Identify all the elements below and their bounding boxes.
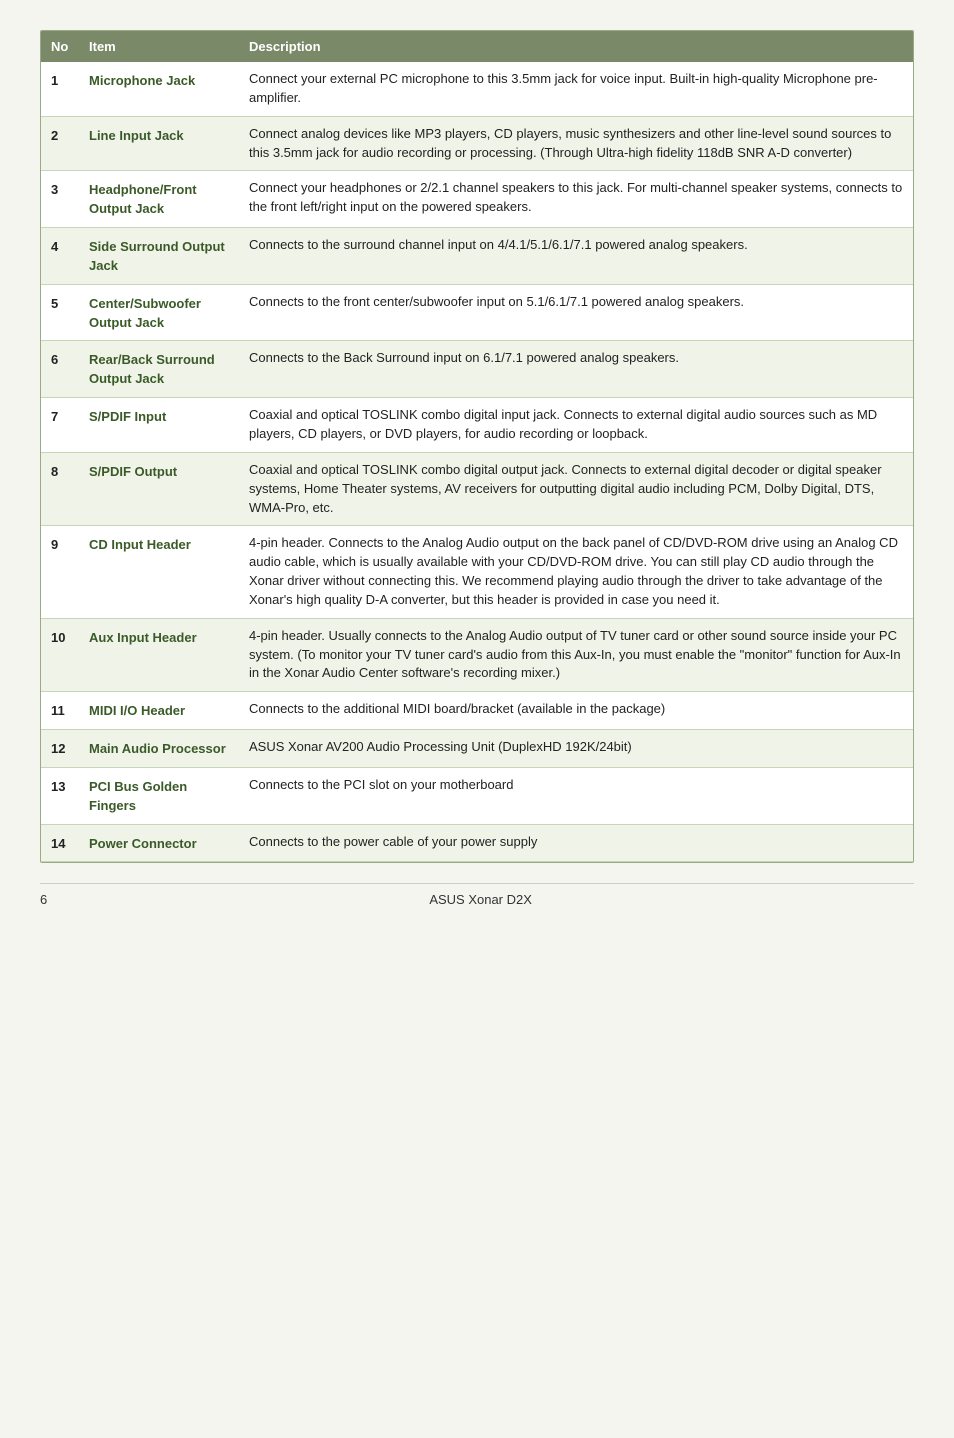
cell-description: Connects to the power cable of your powe… <box>239 824 913 862</box>
table-row: 3Headphone/Front Output JackConnect your… <box>41 171 913 228</box>
cell-description: Coaxial and optical TOSLINK combo digita… <box>239 398 913 453</box>
cell-no: 9 <box>41 526 79 618</box>
table-row: 4Side Surround Output JackConnects to th… <box>41 228 913 285</box>
cell-item: Microphone Jack <box>79 62 239 116</box>
table-row: 6Rear/Back Surround Output JackConnects … <box>41 341 913 398</box>
page-wrapper: No Item Description 1Microphone JackConn… <box>40 30 914 907</box>
cell-item: Center/Subwoofer Output Jack <box>79 284 239 341</box>
cell-description: Connects to the surround channel input o… <box>239 228 913 285</box>
cell-no: 11 <box>41 692 79 730</box>
table-header-row: No Item Description <box>41 31 913 62</box>
cell-item: CD Input Header <box>79 526 239 618</box>
cell-description: Connect your external PC microphone to t… <box>239 62 913 116</box>
table-row: 1Microphone JackConnect your external PC… <box>41 62 913 116</box>
cell-item: S/PDIF Input <box>79 398 239 453</box>
cell-item: Rear/Back Surround Output Jack <box>79 341 239 398</box>
cell-no: 5 <box>41 284 79 341</box>
table-row: 2Line Input JackConnect analog devices l… <box>41 116 913 171</box>
main-table-wrapper: No Item Description 1Microphone JackConn… <box>40 30 914 863</box>
cell-no: 4 <box>41 228 79 285</box>
table-row: 7S/PDIF InputCoaxial and optical TOSLINK… <box>41 398 913 453</box>
cell-no: 10 <box>41 618 79 692</box>
table-row: 13PCI Bus Golden FingersConnects to the … <box>41 767 913 824</box>
cell-no: 7 <box>41 398 79 453</box>
cell-description: Connects to the front center/subwoofer i… <box>239 284 913 341</box>
cell-description: 4-pin header. Connects to the Analog Aud… <box>239 526 913 618</box>
cell-no: 14 <box>41 824 79 862</box>
cell-no: 12 <box>41 730 79 768</box>
col-header-item: Item <box>79 31 239 62</box>
col-header-description: Description <box>239 31 913 62</box>
cell-no: 3 <box>41 171 79 228</box>
table-row: 10Aux Input Header4-pin header. Usually … <box>41 618 913 692</box>
cell-item: S/PDIF Output <box>79 452 239 526</box>
cell-item: Headphone/Front Output Jack <box>79 171 239 228</box>
cell-description: 4-pin header. Usually connects to the An… <box>239 618 913 692</box>
table-row: 8S/PDIF OutputCoaxial and optical TOSLIN… <box>41 452 913 526</box>
cell-no: 1 <box>41 62 79 116</box>
cell-description: Coaxial and optical TOSLINK combo digita… <box>239 452 913 526</box>
cell-item: PCI Bus Golden Fingers <box>79 767 239 824</box>
cell-description: Connect analog devices like MP3 players,… <box>239 116 913 171</box>
cell-no: 13 <box>41 767 79 824</box>
cell-description: Connects to the Back Surround input on 6… <box>239 341 913 398</box>
cell-item: Line Input Jack <box>79 116 239 171</box>
page-footer: 6 ASUS Xonar D2X <box>40 883 914 907</box>
table-row: 9CD Input Header4-pin header. Connects t… <box>41 526 913 618</box>
footer-title: ASUS Xonar D2X <box>47 892 914 907</box>
cell-description: ASUS Xonar AV200 Audio Processing Unit (… <box>239 730 913 768</box>
cell-item: MIDI I/O Header <box>79 692 239 730</box>
cell-description: Connects to the additional MIDI board/br… <box>239 692 913 730</box>
cell-item: Power Connector <box>79 824 239 862</box>
cell-no: 6 <box>41 341 79 398</box>
cell-no: 8 <box>41 452 79 526</box>
table-row: 11MIDI I/O HeaderConnects to the additio… <box>41 692 913 730</box>
cell-item: Aux Input Header <box>79 618 239 692</box>
cell-description: Connects to the PCI slot on your motherb… <box>239 767 913 824</box>
page-number: 6 <box>40 892 47 907</box>
table-row: 5Center/Subwoofer Output JackConnects to… <box>41 284 913 341</box>
table-row: 12Main Audio ProcessorASUS Xonar AV200 A… <box>41 730 913 768</box>
cell-item: Side Surround Output Jack <box>79 228 239 285</box>
cell-item: Main Audio Processor <box>79 730 239 768</box>
col-header-no: No <box>41 31 79 62</box>
cell-no: 2 <box>41 116 79 171</box>
table-row: 14Power ConnectorConnects to the power c… <box>41 824 913 862</box>
components-table: No Item Description 1Microphone JackConn… <box>41 31 913 862</box>
cell-description: Connect your headphones or 2/2.1 channel… <box>239 171 913 228</box>
